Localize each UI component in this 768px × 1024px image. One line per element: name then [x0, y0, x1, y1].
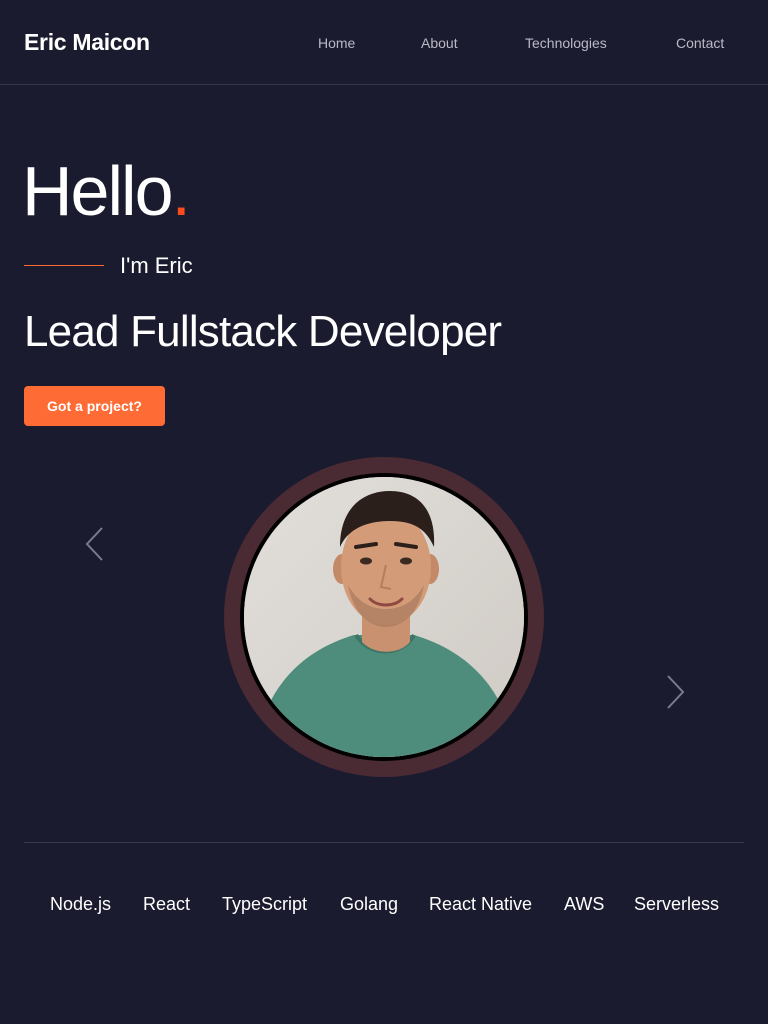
site-header: Eric Maicon Home About Technologies Cont…	[0, 0, 768, 85]
got-a-project-button[interactable]: Got a project?	[24, 386, 165, 426]
nav-link-home[interactable]: Home	[318, 35, 355, 51]
chevron-left-icon[interactable]	[84, 526, 106, 562]
tech-item-react: React	[143, 894, 191, 914]
main-nav: Home About Technologies Contact	[0, 35, 768, 55]
nav-link-contact[interactable]: Contact	[676, 35, 724, 51]
greeting-text: Hello	[22, 152, 174, 230]
tech-item-nodejs: Node.js	[50, 894, 112, 914]
nav-link-technologies[interactable]: Technologies	[525, 35, 607, 51]
chevron-right-icon[interactable]	[664, 674, 686, 710]
nav-link-about[interactable]: About	[421, 35, 458, 51]
hero-greeting: Hello.	[22, 150, 192, 232]
page: Eric Maicon Home About Technologies Cont…	[0, 0, 768, 1024]
section-divider	[24, 842, 744, 843]
greeting-dot: .	[171, 152, 192, 230]
tech-item-aws: AWS	[564, 894, 605, 914]
intro-text: I'm Eric	[120, 253, 193, 278]
intro-accent-line	[24, 265, 104, 266]
profile-photo	[244, 477, 524, 757]
tech-item-typescript: TypeScript	[222, 894, 308, 914]
tech-item-golang: Golang	[340, 894, 399, 914]
role-title: Lead Fullstack Developer	[24, 307, 502, 356]
tech-item-react-native: React Native	[429, 894, 533, 914]
tech-item-serverless: Serverless	[634, 894, 720, 914]
